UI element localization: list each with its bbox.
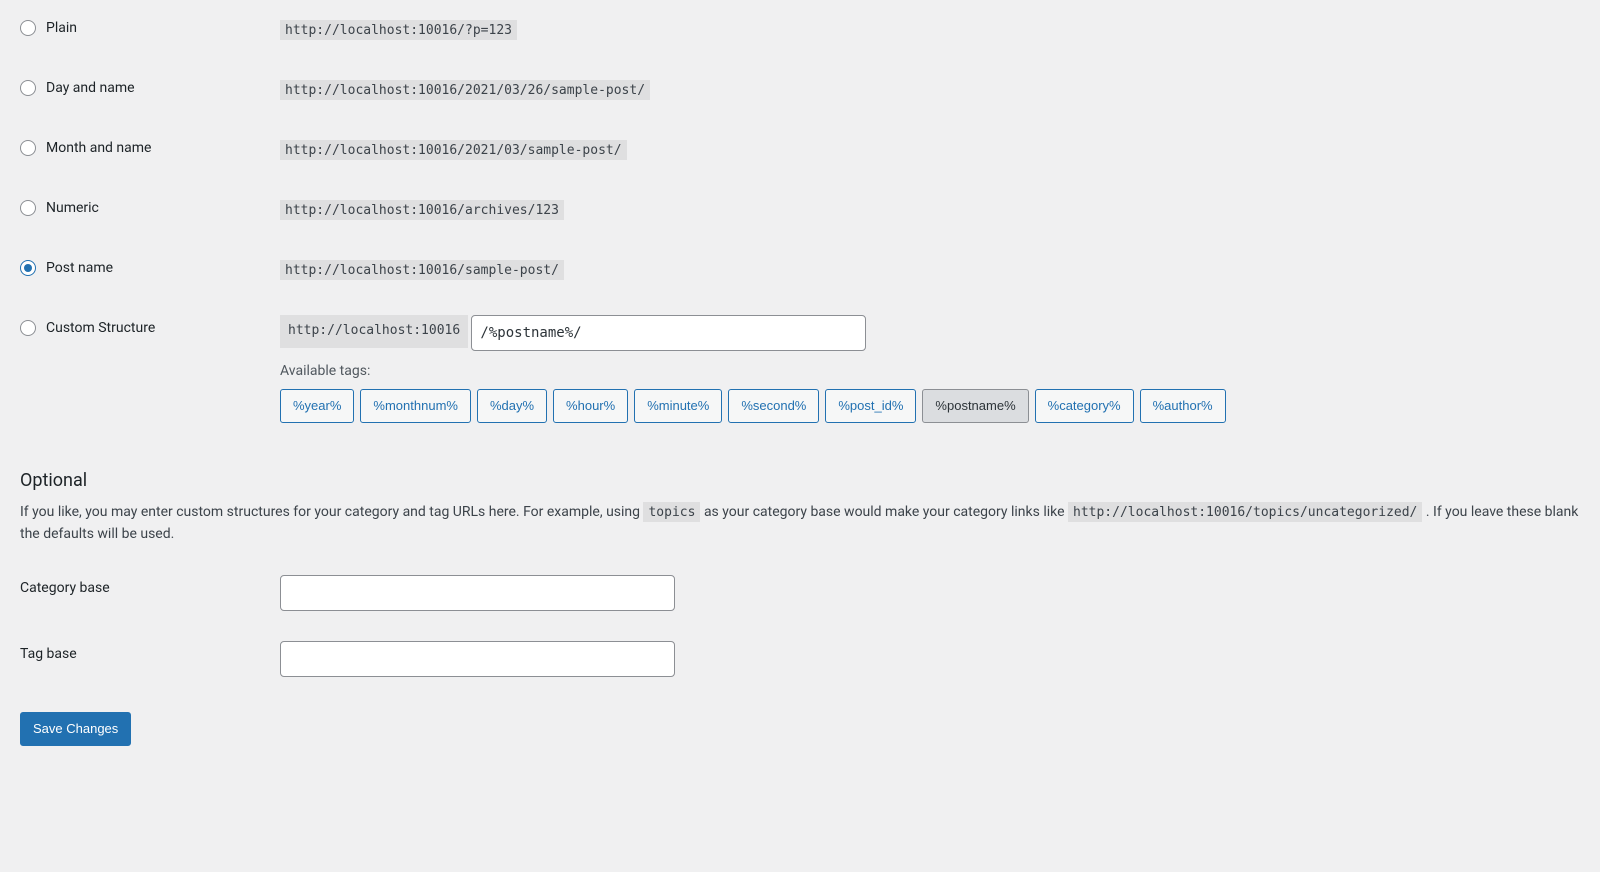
permalink-option-label: Custom Structure <box>46 320 155 336</box>
permalink-option-label: Plain <box>46 20 77 36</box>
desc-code-topics: topics <box>643 502 700 522</box>
permalink-option-post-name[interactable]: Post name <box>20 260 113 276</box>
tag-button-author[interactable]: %author% <box>1140 389 1226 423</box>
permalink-radio[interactable] <box>20 260 36 276</box>
permalink-option-label: Month and name <box>46 140 151 156</box>
permalink-example-url: http://localhost:10016/sample-post/ <box>280 260 564 280</box>
permalink-example-url: http://localhost:10016/archives/123 <box>280 200 564 220</box>
desc-text: as your category base would make your ca… <box>704 504 1068 520</box>
desc-text: If you like, you may enter custom struct… <box>20 504 643 520</box>
optional-heading: Optional <box>20 470 1580 491</box>
permalink-radio[interactable] <box>20 20 36 36</box>
permalink-option-day-and-name[interactable]: Day and name <box>20 80 135 96</box>
tag-button-monthnum[interactable]: %monthnum% <box>360 389 471 423</box>
permalink-option-label: Post name <box>46 260 113 276</box>
custom-structure-base-url: http://localhost:10016 <box>280 315 468 348</box>
optional-description: If you like, you may enter custom struct… <box>20 501 1580 546</box>
permalink-option-label: Numeric <box>46 200 99 216</box>
permalink-example-url: http://localhost:10016/?p=123 <box>280 20 517 40</box>
permalink-radio[interactable] <box>20 80 36 96</box>
available-tags: %year%%monthnum%%day%%hour%%minute%%seco… <box>280 389 1570 423</box>
permalink-option-custom-structure[interactable]: Custom Structure <box>20 320 155 336</box>
permalink-option-month-and-name[interactable]: Month and name <box>20 140 151 156</box>
permalink-example-url: http://localhost:10016/2021/03/sample-po… <box>280 140 627 160</box>
permalink-structure-table: Plain http://localhost:10016/?p=123 Day an… <box>20 0 1580 438</box>
permalink-option-numeric[interactable]: Numeric <box>20 200 99 216</box>
tag-button-category[interactable]: %category% <box>1035 389 1134 423</box>
tag-button-postname[interactable]: %postname% <box>922 389 1028 423</box>
tag-button-second[interactable]: %second% <box>728 389 819 423</box>
desc-code-url: http://localhost:10016/topics/uncategori… <box>1068 502 1422 522</box>
permalink-option-plain[interactable]: Plain <box>20 20 77 36</box>
tag-button-year[interactable]: %year% <box>280 389 354 423</box>
tag-button-post_id[interactable]: %post_id% <box>825 389 916 423</box>
custom-structure-input[interactable] <box>471 315 866 351</box>
permalink-radio[interactable] <box>20 200 36 216</box>
permalink-example-url: http://localhost:10016/2021/03/26/sample… <box>280 80 650 100</box>
permalink-radio[interactable] <box>20 320 36 336</box>
tag-button-hour[interactable]: %hour% <box>553 389 628 423</box>
tag-base-label: Tag base <box>20 646 77 662</box>
tag-button-minute[interactable]: %minute% <box>634 389 722 423</box>
optional-table: Category base Tag base <box>20 560 1580 692</box>
category-base-label: Category base <box>20 580 110 596</box>
permalink-radio[interactable] <box>20 140 36 156</box>
category-base-input[interactable] <box>280 575 675 611</box>
permalink-option-label: Day and name <box>46 80 135 96</box>
tag-button-day[interactable]: %day% <box>477 389 547 423</box>
save-changes-button[interactable]: Save Changes <box>20 712 131 747</box>
available-tags-label: Available tags: <box>280 363 1570 379</box>
tag-base-input[interactable] <box>280 641 675 677</box>
